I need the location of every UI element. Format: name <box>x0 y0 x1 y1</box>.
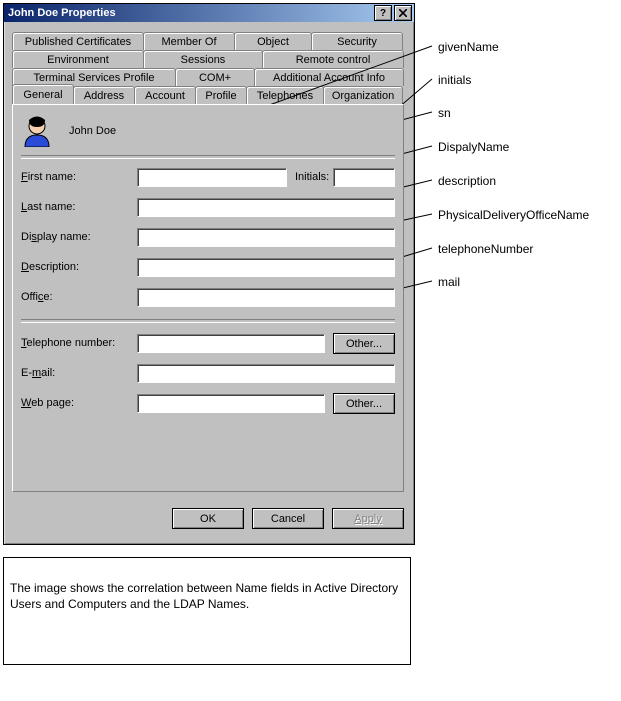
tab-telephones[interactable]: Telephones <box>246 86 324 104</box>
office-label: Office: <box>21 291 53 303</box>
user-head-icon <box>21 115 53 147</box>
user-display-name: John Doe <box>69 125 116 137</box>
tab-general[interactable]: General <box>12 84 74 104</box>
display-name-label: Display name: <box>21 231 91 243</box>
tab-object[interactable]: Object <box>234 32 312 50</box>
initials-label: Initials: <box>295 171 329 183</box>
close-icon <box>399 9 407 17</box>
web-other-button[interactable]: Other... <box>333 393 395 414</box>
annot-telephoneNumber: telephoneNumber <box>438 242 533 256</box>
description-input[interactable] <box>137 258 395 277</box>
annot-PhysicalDeliveryOfficeName: PhysicalDeliveryOfficeName <box>438 208 589 222</box>
apply-button[interactable]: Apply <box>332 508 404 529</box>
web-input[interactable] <box>137 394 325 413</box>
email-input[interactable] <box>137 364 395 383</box>
user-header: John Doe <box>21 115 116 147</box>
titlebar-buttons: ? <box>374 5 412 21</box>
display-name-input[interactable] <box>137 228 395 247</box>
separator-1 <box>21 155 395 159</box>
window-title: John Doe Properties <box>8 7 374 19</box>
caption-box: The image shows the correlation between … <box>3 557 411 665</box>
office-input[interactable] <box>137 288 395 307</box>
ok-button[interactable]: OK <box>172 508 244 529</box>
annot-sn: sn <box>438 106 451 120</box>
first-name-label: First name: <box>21 171 76 183</box>
initials-input[interactable] <box>333 168 395 187</box>
caption-text: The image shows the correlation between … <box>10 581 398 611</box>
telephone-label: Telephone number: <box>21 337 115 349</box>
help-button[interactable]: ? <box>374 5 392 21</box>
separator-2 <box>21 319 395 323</box>
annot-DispalyName: DispalyName <box>438 140 509 154</box>
tab-published-certificates[interactable]: Published Certificates <box>12 32 144 50</box>
description-label: Description: <box>21 261 79 273</box>
annot-initials: initials <box>438 73 471 87</box>
tab-strip: Published Certificates Member Of Object … <box>12 32 404 104</box>
annot-givenName: givenName <box>438 40 499 54</box>
email-label: E-mail: <box>21 367 55 379</box>
tab-profile[interactable]: Profile <box>195 86 247 104</box>
properties-window: John Doe Properties ? Published Certific… <box>3 3 415 545</box>
annot-description: description <box>438 174 496 188</box>
tab-security[interactable]: Security <box>311 32 403 50</box>
titlebar: John Doe Properties ? <box>4 4 414 22</box>
cancel-button[interactable]: Cancel <box>252 508 324 529</box>
telephone-other-button[interactable]: Other... <box>333 333 395 354</box>
tab-sessions[interactable]: Sessions <box>143 50 263 68</box>
tab-member-of[interactable]: Member Of <box>143 32 235 50</box>
tab-com-plus[interactable]: COM+ <box>175 68 255 86</box>
tab-environment[interactable]: Environment <box>12 50 144 68</box>
last-name-label: Last name: <box>21 201 75 213</box>
tab-remote-control[interactable]: Remote control <box>262 50 404 68</box>
close-button[interactable] <box>394 5 412 21</box>
web-label: Web page: <box>21 397 74 409</box>
tab-address[interactable]: Address <box>73 86 135 104</box>
general-tab-page: John Doe First name: Initials: Last name… <box>12 104 404 492</box>
tab-organization[interactable]: Organization <box>323 86 403 104</box>
tab-account[interactable]: Account <box>134 86 196 104</box>
telephone-input[interactable] <box>137 334 325 353</box>
help-icon: ? <box>380 8 386 19</box>
first-name-input[interactable] <box>137 168 287 187</box>
annot-mail: mail <box>438 275 460 289</box>
last-name-input[interactable] <box>137 198 395 217</box>
tab-additional-account-info[interactable]: Additional Account Info <box>254 68 404 86</box>
